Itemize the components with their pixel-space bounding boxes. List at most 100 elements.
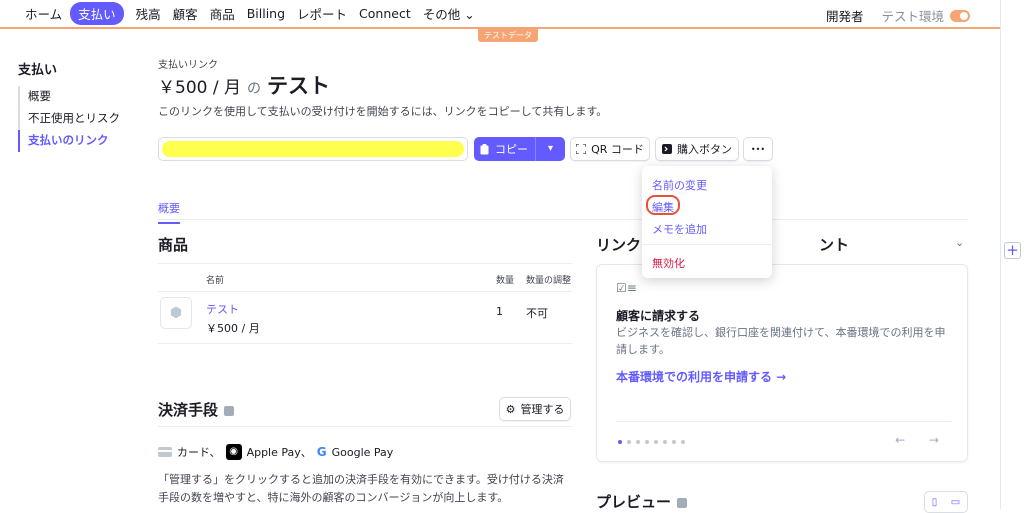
ellipsis-icon: •••: [750, 144, 766, 154]
table-header-divider: [158, 291, 572, 292]
payment-methods-title: 決済手段: [158, 399, 235, 420]
mobile-icon[interactable]: ▯: [932, 497, 938, 508]
right-rail: +: [1000, 0, 1024, 509]
test-mode-toggle[interactable]: [950, 9, 970, 22]
sidebar-item-fraud[interactable]: 不正使用とリスク: [20, 108, 120, 130]
redaction-highlight: [162, 141, 464, 157]
manage-label: 管理する: [520, 403, 565, 416]
col-qty-header: 数量: [496, 276, 515, 286]
carousel-dot[interactable]: [681, 440, 685, 444]
card-description: ビジネスを確認し、銀行口座を関連付けて、本番環境での利用を申請します。: [616, 326, 946, 356]
nav-home[interactable]: ホーム: [25, 4, 62, 23]
col-adjust-header: 数量の調整: [526, 276, 572, 286]
checklist-title-end: ント: [819, 236, 850, 254]
carousel-dot[interactable]: [645, 440, 649, 444]
clipboard-icon: [480, 143, 489, 154]
carousel-dot[interactable]: [627, 440, 631, 444]
qr-code-button[interactable]: QR コード: [570, 137, 650, 161]
page-description: このリンクを使用して支払いの受け付けを開始するには、リンクをコピーして共有します…: [158, 105, 608, 118]
page-title: ￥500 / 月 の テスト: [158, 70, 330, 100]
nav-balances[interactable]: 残高: [136, 4, 161, 23]
qr-code-icon: [576, 144, 587, 154]
title-connector: の: [246, 81, 261, 97]
menu-divider: [642, 244, 772, 245]
desktop-icon[interactable]: ▭: [951, 497, 960, 508]
sidebar-list: 概要 不正使用とリスク 支払いのリンク: [18, 86, 120, 152]
product-qty: 1: [496, 305, 503, 318]
more-options-menu: 名前の変更 編集 メモを追加 無効化: [642, 166, 772, 278]
carousel-dot[interactable]: [618, 440, 622, 444]
nav-right: 開発者 テスト環境: [826, 6, 970, 25]
manage-button[interactable]: ⚙ 管理する: [499, 397, 571, 421]
menu-item-deactivate[interactable]: 無効化: [652, 255, 685, 271]
link-url-field[interactable]: [158, 137, 468, 161]
preview-title-text: プレビュー: [596, 493, 672, 511]
col-name-header: 名前: [206, 276, 225, 286]
nav-payments[interactable]: 支払い: [70, 2, 124, 25]
nav-customers[interactable]: 顧客: [173, 4, 198, 23]
sidebar-title: 支払い: [18, 63, 58, 78]
product-name-link[interactable]: テスト: [206, 301, 239, 317]
more-options-button[interactable]: •••: [743, 137, 773, 161]
chevron-down-icon[interactable]: ⌄: [955, 236, 964, 249]
card-icon: [158, 447, 172, 457]
onboarding-card: ☑≡ 顧客に請求する ビジネスを確認し、銀行口座を関連付けて、本番環境での利用を…: [596, 264, 968, 462]
carousel-dot[interactable]: [636, 440, 640, 444]
payment-divider: [158, 426, 572, 427]
info-icon[interactable]: [677, 497, 688, 508]
qr-code-label: QR コード: [591, 143, 644, 156]
top-navigation: ホーム 支払い 残高 顧客 商品 Billing レポート Connect その…: [0, 0, 1000, 29]
copy-button[interactable]: コピー: [474, 141, 535, 157]
developers-link[interactable]: 開発者: [826, 6, 864, 25]
carousel-dot[interactable]: [654, 440, 658, 444]
copy-label: コピー: [495, 143, 528, 156]
nav-more-label: その他: [422, 7, 461, 22]
device-toggle[interactable]: ▯ ▭: [924, 491, 968, 513]
payment-methods-description: 「管理する」をクリックすると追加の決済手段を有効にできます。受け付ける決済手段の…: [158, 473, 564, 504]
nav-billing[interactable]: Billing: [247, 6, 285, 21]
buy-button-button[interactable]: 購入ボタン: [655, 137, 739, 161]
activate-account-link[interactable]: 本番環境での利用を申請する →: [616, 368, 786, 385]
nav-connect[interactable]: Connect: [359, 6, 411, 21]
checklist-icon: ☑≡: [616, 281, 637, 295]
carousel-arrows[interactable]: ← →: [895, 433, 949, 447]
product-price: ￥500 / 月: [206, 322, 260, 335]
copy-options-chevron-icon[interactable]: ▾: [535, 137, 565, 161]
copy-button-group: コピー ▾: [474, 137, 565, 161]
sidebar-item-payment-links[interactable]: 支払いのリンク: [18, 130, 120, 152]
menu-item-rename[interactable]: 名前の変更: [652, 177, 707, 193]
method-google-pay: Google Pay: [331, 445, 394, 459]
title-name: テスト: [266, 74, 330, 98]
carousel-dot[interactable]: [672, 440, 676, 444]
test-data-badge: テストデータ: [478, 29, 538, 42]
gear-icon: ⚙: [505, 402, 516, 416]
nav-products[interactable]: 商品: [210, 4, 235, 23]
method-apple-pay: Apple Pay、: [246, 446, 312, 459]
checklist-title-start: リンク: [596, 236, 642, 254]
tab-overview[interactable]: 概要: [158, 200, 180, 224]
buy-button-label: 購入ボタン: [677, 143, 732, 156]
menu-item-add-memo[interactable]: メモを追加: [652, 221, 707, 237]
menu-item-edit[interactable]: 編集: [652, 199, 674, 215]
title-price: ￥500 / 月: [158, 78, 241, 98]
products-title: 商品: [158, 236, 189, 254]
plus-icon[interactable]: +: [1004, 242, 1021, 259]
method-card: カード、: [177, 446, 221, 459]
card-title: 顧客に請求する: [616, 309, 701, 323]
payment-methods-title-text: 決済手段: [158, 401, 219, 419]
info-icon[interactable]: [224, 405, 235, 416]
test-mode-label: テスト環境: [881, 9, 944, 24]
table-bottom-divider: [158, 343, 572, 344]
table-top-divider: [158, 263, 572, 264]
sidebar-item-overview[interactable]: 概要: [20, 86, 120, 108]
google-pay-icon: G: [316, 445, 327, 459]
breadcrumb[interactable]: 支払いリンク: [158, 56, 218, 71]
chevron-down-icon: ⌄: [464, 7, 475, 22]
nav-more[interactable]: その他 ⌄: [423, 4, 475, 23]
tab-divider: [158, 219, 968, 220]
carousel-dots[interactable]: [618, 440, 685, 444]
carousel-dot[interactable]: [663, 440, 667, 444]
apple-pay-icon: ◉: [225, 444, 242, 460]
terminal-icon: [662, 144, 672, 154]
nav-reports[interactable]: レポート: [297, 4, 347, 23]
